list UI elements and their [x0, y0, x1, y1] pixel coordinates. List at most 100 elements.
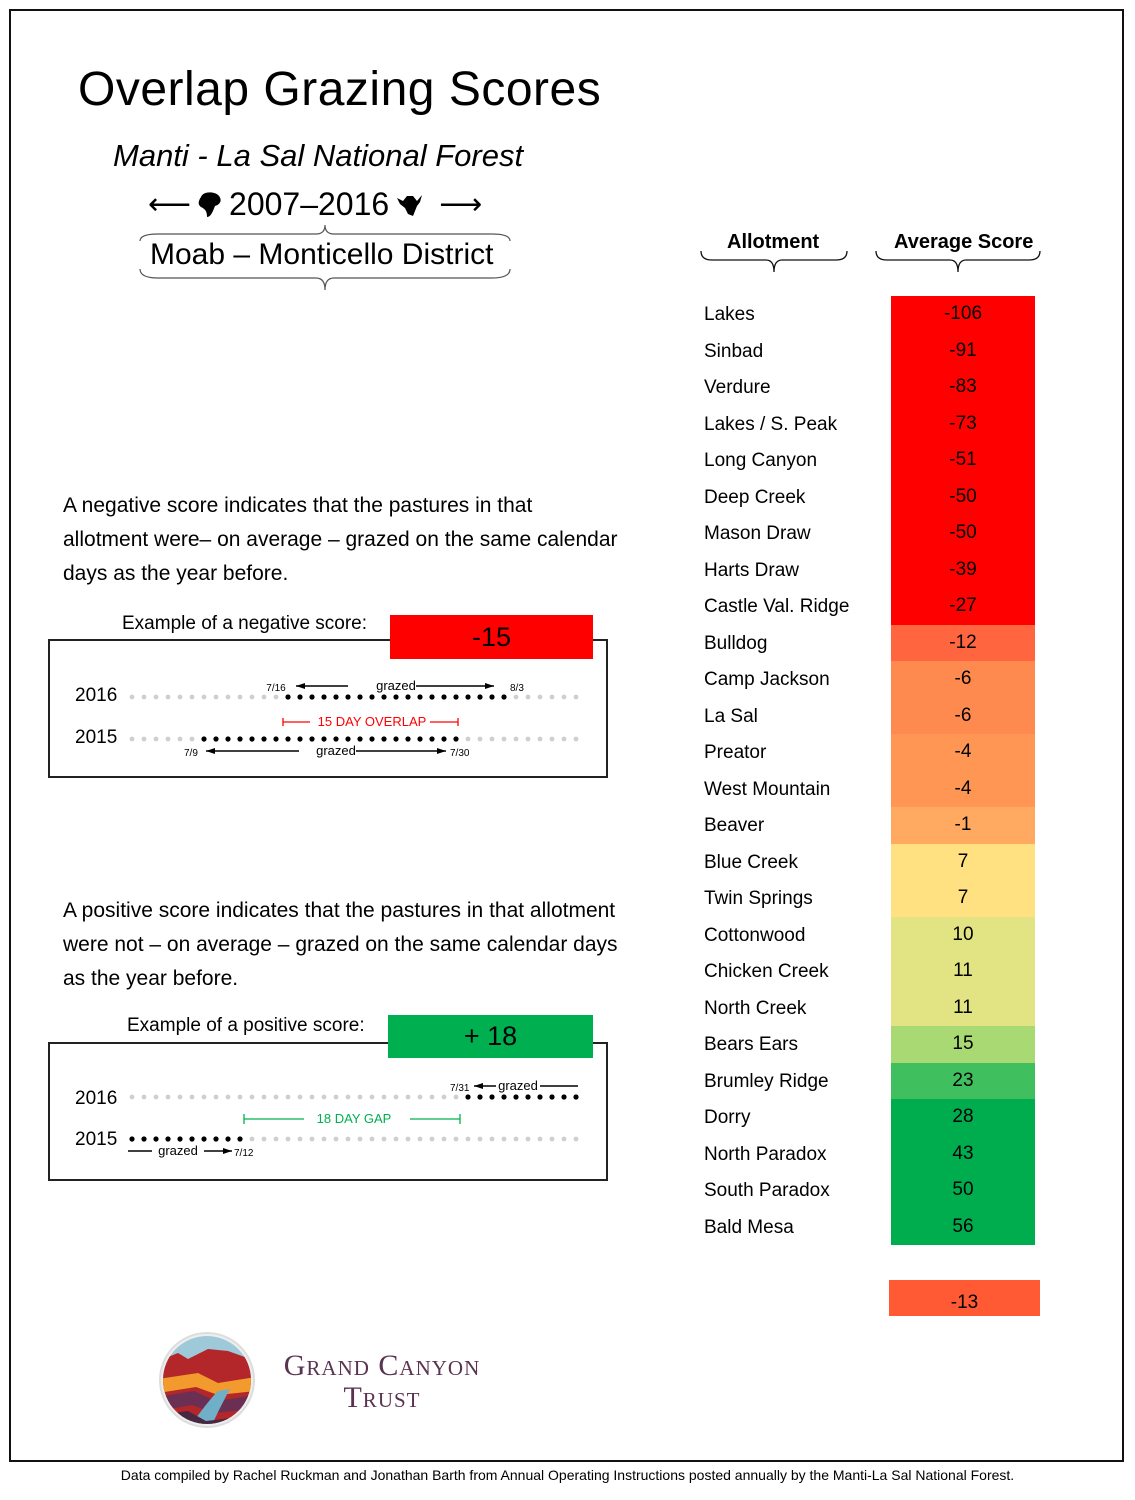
negative-example-label: Example of a negative score:: [122, 613, 368, 634]
allotment-score-cell: -50: [891, 478, 1035, 515]
ungrazed-day-dot: [513, 1136, 519, 1142]
grazed-day-dot: [213, 1136, 219, 1142]
ungrazed-day-dot: [177, 736, 183, 742]
ungrazed-day-dot: [309, 1136, 315, 1142]
grazed-day-dot: [345, 694, 351, 700]
grazed-day-dot: [501, 694, 507, 700]
end-date-label: 7/12: [234, 1148, 254, 1159]
grazed-label: grazed: [376, 678, 416, 693]
canyon-logo-icon: [159, 1332, 255, 1428]
ungrazed-day-dot: [393, 1094, 399, 1100]
district-brace-bottom: [138, 268, 512, 292]
ungrazed-day-dot: [513, 694, 519, 700]
grazed-day-dot: [369, 736, 375, 742]
grazed-day-dot: [453, 694, 459, 700]
grazed-day-dot: [129, 1136, 135, 1142]
grazed-day-dot: [513, 1094, 519, 1100]
ungrazed-day-dot: [489, 736, 495, 742]
start-date-label: 7/31: [450, 1083, 470, 1094]
ungrazed-day-dot: [153, 736, 159, 742]
ungrazed-day-dot: [453, 1136, 459, 1142]
ungrazed-day-dot: [129, 1094, 135, 1100]
allotment-score-cell: -106: [891, 296, 1035, 333]
allotment-name: Bears Ears: [704, 1034, 798, 1055]
ungrazed-day-dot: [189, 736, 195, 742]
grazed-day-dot: [369, 694, 375, 700]
grazed-day-dot: [297, 694, 303, 700]
district-label: Moab – Monticello District: [150, 238, 494, 271]
allotment-score-cell: 10: [891, 916, 1035, 953]
grazed-day-dot: [501, 1094, 507, 1100]
allotment-name: North Creek: [704, 997, 807, 1019]
grazed-day-dot: [393, 694, 399, 700]
grazed-label: grazed: [316, 743, 356, 758]
ungrazed-day-dot: [201, 694, 207, 700]
allotment-score-cell: -12: [891, 624, 1035, 661]
grazed-day-dot: [477, 694, 483, 700]
allotment-name: Mason Draw: [704, 523, 811, 544]
ungrazed-day-dot: [213, 1094, 219, 1100]
left-arrow-icon: ⟵: [148, 188, 192, 221]
end-date-label: 7/30: [450, 748, 470, 759]
grazed-day-dot: [333, 736, 339, 742]
ungrazed-day-dot: [153, 1094, 159, 1100]
allotment-name: Lakes: [704, 304, 755, 325]
logo-wordmark: Grand Canyon Trust: [262, 1350, 502, 1414]
ungrazed-day-dot: [369, 1136, 375, 1142]
allotment-score-cell: -4: [891, 770, 1035, 807]
ungrazed-day-dot: [285, 1136, 291, 1142]
ungrazed-day-dot: [333, 1094, 339, 1100]
ungrazed-day-dot: [381, 1136, 387, 1142]
allotment-score-cell: -6: [891, 661, 1035, 698]
allotment-name: Brumley Ridge: [704, 1070, 829, 1092]
allotment-name: Cottonwood: [704, 924, 806, 946]
year-range: ⟵ 2007–2016 ⟶: [148, 186, 482, 223]
allotment-score-cell: -51: [891, 442, 1035, 479]
ungrazed-day-dot: [465, 1136, 471, 1142]
ungrazed-day-dot: [177, 694, 183, 700]
ungrazed-day-dot: [309, 1094, 315, 1100]
start-date-label: 7/9: [184, 748, 198, 759]
ungrazed-day-dot: [249, 694, 255, 700]
years-text: 2007–2016: [229, 186, 390, 222]
allotment-name: Harts Draw: [704, 559, 800, 581]
ungrazed-day-dot: [345, 1094, 351, 1100]
grazed-day-dot: [357, 694, 363, 700]
allotment-score-cell: -39: [891, 551, 1035, 588]
ungrazed-day-dot: [501, 736, 507, 742]
allotment-name: Preator: [704, 742, 767, 763]
ungrazed-day-dot: [369, 1094, 375, 1100]
ungrazed-day-dot: [477, 736, 483, 742]
grazed-day-dot: [309, 736, 315, 742]
ungrazed-day-dot: [141, 1094, 147, 1100]
ungrazed-day-dot: [225, 1094, 231, 1100]
ungrazed-day-dot: [177, 1094, 183, 1100]
ungrazed-day-dot: [333, 1136, 339, 1142]
grazed-day-dot: [321, 694, 327, 700]
grazed-day-dot: [285, 736, 291, 742]
ungrazed-day-dot: [549, 736, 555, 742]
grazed-day-dot: [321, 736, 327, 742]
ungrazed-day-dot: [393, 1136, 399, 1142]
ungrazed-day-dot: [345, 1136, 351, 1142]
allotment-name: Camp Jackson: [704, 669, 830, 690]
allotment-name: Beaver: [704, 815, 765, 836]
grazed-day-dot: [381, 736, 387, 742]
grazed-day-dot: [141, 1136, 147, 1142]
ungrazed-day-dot: [273, 1136, 279, 1142]
ungrazed-day-dot: [525, 1136, 531, 1142]
negative-example-score: -15: [390, 615, 593, 659]
allotment-name: Blue Creek: [704, 851, 798, 873]
grazed-day-dot: [393, 736, 399, 742]
end-date-label: 8/3: [510, 683, 524, 694]
ungrazed-day-dot: [201, 1094, 207, 1100]
ungrazed-day-dot: [189, 694, 195, 700]
ungrazed-day-dot: [249, 1094, 255, 1100]
neg-year-2016: 2016: [75, 685, 118, 706]
allotment-score-cell: -1: [891, 807, 1035, 844]
grazed-day-dot: [489, 1094, 495, 1100]
grazed-day-dot: [477, 1094, 483, 1100]
ungrazed-day-dot: [225, 694, 231, 700]
pos-year-2016: 2016: [75, 1088, 118, 1109]
sheep-head-icon: [198, 191, 221, 217]
